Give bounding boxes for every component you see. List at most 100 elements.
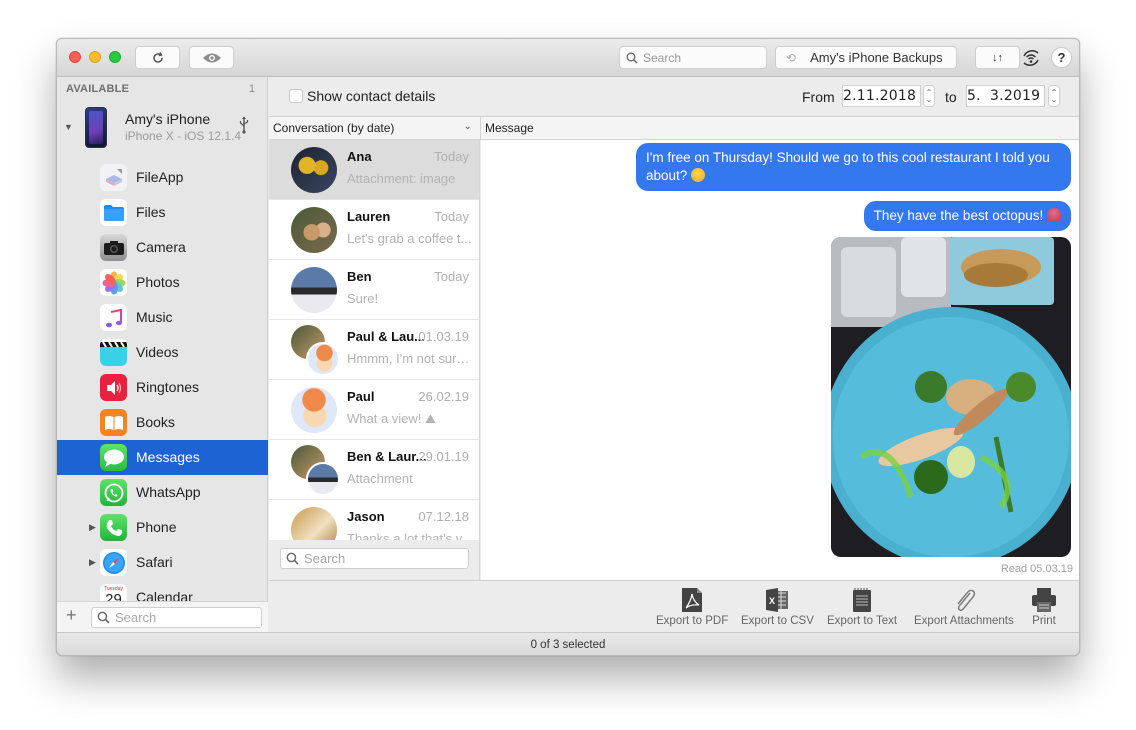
conversation-name: Lauren <box>347 209 391 224</box>
sidebar-item-label: Videos <box>136 344 179 360</box>
conversation-item[interactable]: Paul & Lau... 01.03.19 Hmmm, I'm not sur… <box>269 320 479 380</box>
action-label: Export Attachments <box>914 615 1014 627</box>
search-placeholder: Search <box>643 50 682 65</box>
sidebar-item-label: WhatsApp <box>136 484 201 500</box>
image-attachment[interactable] <box>831 237 1071 557</box>
search-placeholder: Search <box>304 551 346 566</box>
sidebar-item-label: Music <box>136 309 173 325</box>
conversation-preview: What a view! ⛰ <box>347 411 436 426</box>
backups-button[interactable]: ⟲ Amy's iPhone Backups <box>775 46 957 69</box>
message-bubble[interactable]: I'm free on Thursday! Should we go to th… <box>636 143 1071 191</box>
preview-button[interactable] <box>189 46 234 69</box>
sidebar-item-photos[interactable]: Photos <box>57 265 268 300</box>
refresh-icon <box>152 51 163 63</box>
conversation-date: Today <box>434 209 469 224</box>
message-text: They have the best octopus! <box>873 208 1044 223</box>
conversation-item[interactable]: Ana Today Attachment: image <box>269 140 479 200</box>
conversation-list: Ana Today Attachment: image Lauren Today… <box>269 140 480 540</box>
help-button[interactable]: ? <box>1051 47 1072 68</box>
refresh-button[interactable] <box>135 46 180 69</box>
sidebar-item-safari[interactable]: ▶ Safari <box>57 545 268 580</box>
sidebar-item-label: Camera <box>136 239 186 255</box>
avatar <box>291 207 337 253</box>
disclosure-triangle-closed-icon[interactable]: ▶ <box>89 557 96 568</box>
stepper-down-icon[interactable]: ⌄ <box>1051 96 1058 104</box>
action-label: Export to Text <box>827 615 898 627</box>
from-date-field[interactable]: 2.11.2018 <box>842 85 921 107</box>
sidebar-item-music[interactable]: Music <box>57 300 268 335</box>
pdf-icon <box>682 588 703 612</box>
disclosure-triangle-closed-icon[interactable]: ▶ <box>89 522 96 533</box>
device-name: Amy's iPhone <box>125 111 211 127</box>
stepper-down-icon[interactable]: ⌄ <box>926 96 933 104</box>
to-date-stepper[interactable]: ⌃ ⌄ <box>1048 85 1060 107</box>
conversation-sort-header[interactable]: Conversation (by date) ⌄ <box>269 117 481 140</box>
sidebar-item-label: Photos <box>136 274 180 290</box>
print-button[interactable]: Print <box>1031 587 1057 627</box>
help-icon: ? <box>1057 50 1066 65</box>
conversation-preview: Thanks a lot that's v... <box>347 531 473 540</box>
conversation-preview: Let's grab a coffee t... <box>347 231 472 246</box>
conversation-item[interactable]: Lauren Today Let's grab a coffee t... <box>269 200 479 260</box>
action-label: Export to PDF <box>656 615 729 627</box>
export-csv-button[interactable]: X Export to CSV <box>741 587 814 627</box>
sidebar-item-label: Ringtones <box>136 379 200 395</box>
message-bubble[interactable]: They have the best octopus! <box>863 201 1071 231</box>
export-text-button[interactable]: Export to Text <box>827 587 897 627</box>
action-label: Export to CSV <box>741 615 814 627</box>
transfer-button[interactable]: ↓↑ <box>975 46 1020 69</box>
messages-bubble-icon <box>100 444 127 471</box>
avatar <box>291 387 337 433</box>
sidebar-item-whatsapp[interactable]: WhatsApp <box>57 475 268 510</box>
sidebar-item-label: FileApp <box>136 169 184 185</box>
sidebar-item-phone[interactable]: ▶ Phone <box>57 510 268 545</box>
conversation-item[interactable]: Jason 07.12.18 Thanks a lot that's v... <box>269 500 479 540</box>
svg-text:X: X <box>769 596 775 606</box>
transfer-arrows-icon: ↓↑ <box>992 51 1003 64</box>
conversation-item[interactable]: Ben & Laur... 29.01.19 Attachment <box>269 440 479 500</box>
toolbar-search-input[interactable]: Search <box>619 46 767 69</box>
window-close-button[interactable] <box>69 51 81 63</box>
sidebar-item-files[interactable]: Files <box>57 195 268 230</box>
sidebar-item-label: Phone <box>136 519 177 535</box>
whatsapp-icon <box>100 479 127 506</box>
ringtones-speaker-icon <box>100 374 127 401</box>
export-attachments-button[interactable]: Export Attachments <box>914 587 1014 627</box>
sidebar-search-input[interactable]: Search <box>91 607 262 628</box>
to-date-field[interactable]: 5. 3.2019 <box>966 85 1045 107</box>
wifi-sync-icon[interactable] <box>1020 47 1042 69</box>
eye-icon <box>202 53 221 62</box>
disclosure-triangle-open-icon[interactable]: ▼ <box>64 122 73 132</box>
add-icon[interactable]: + <box>66 605 77 626</box>
conversation-search-input[interactable]: Search <box>280 548 469 569</box>
export-pdf-button[interactable]: Export to PDF <box>656 587 728 627</box>
sidebar-item-ringtones[interactable]: Ringtones <box>57 370 268 405</box>
conversation-item[interactable]: Paul 26.02.19 What a view! ⛰ <box>269 380 479 440</box>
avatar <box>291 147 337 193</box>
search-placeholder: Search <box>115 610 157 625</box>
conversation-item[interactable]: Ben Today Sure! <box>269 260 479 320</box>
show-contact-details-checkbox[interactable] <box>289 89 303 103</box>
text-notepad-icon <box>853 588 872 612</box>
sidebar: AVAILABLE 1 ▼ Amy's iPhone iPhone X - iO… <box>57 77 268 632</box>
message-text: I'm free on Thursday! Should we go to th… <box>646 150 1050 183</box>
conversation-header-label: Conversation (by date) <box>273 121 395 135</box>
window-minimize-button[interactable] <box>89 51 101 63</box>
iphone-icon <box>85 107 107 148</box>
window-zoom-button[interactable] <box>109 51 121 63</box>
conversation-date: Today <box>434 149 469 164</box>
conversation-date: 26.02.19 <box>418 389 469 404</box>
sidebar-item-videos[interactable]: Videos <box>57 335 268 370</box>
smiling-face-emoji-icon <box>691 168 706 182</box>
sidebar-item-camera[interactable]: Camera <box>57 230 268 265</box>
food-photo-image <box>831 237 1071 557</box>
show-contact-details-label[interactable]: Show contact details <box>307 88 435 104</box>
from-date-stepper[interactable]: ⌃ ⌄ <box>923 85 935 107</box>
avatar <box>306 462 340 496</box>
sidebar-item-fileapp[interactable]: FileApp <box>57 160 268 195</box>
music-note-icon <box>100 304 127 331</box>
sidebar-item-messages[interactable]: Messages <box>57 440 268 475</box>
sidebar-item-books[interactable]: Books <box>57 405 268 440</box>
device-item[interactable]: ▼ Amy's iPhone iPhone X - iOS 12.1.4 <box>57 103 268 153</box>
conversation-preview: Attachment <box>347 471 413 486</box>
